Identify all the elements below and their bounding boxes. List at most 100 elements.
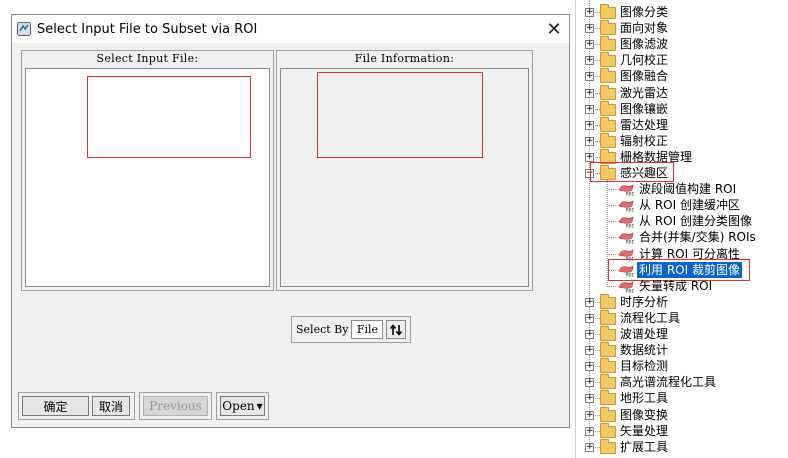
dialog-title: Select Input File to Subset via ROI bbox=[37, 21, 258, 37]
expand-icon[interactable]: + bbox=[585, 72, 594, 82]
tree-folder-item[interactable]: + 扩展工具 bbox=[576, 438, 788, 455]
folder-icon bbox=[600, 422, 616, 438]
tree-folder-item[interactable]: + 时序分析 bbox=[576, 293, 788, 310]
dialog-titlebar[interactable]: Select Input File to Subset via ROI ✕ bbox=[12, 15, 569, 43]
tree-folder-item[interactable]: + 图像变换 bbox=[576, 406, 788, 423]
expand-icon[interactable]: + bbox=[585, 136, 594, 146]
tree-folder-item[interactable]: + 图像融合 bbox=[576, 68, 788, 84]
folder-icon bbox=[600, 342, 616, 358]
expand-icon[interactable]: + bbox=[585, 40, 594, 50]
expand-icon[interactable]: + bbox=[585, 410, 594, 420]
sort-toggle-button[interactable] bbox=[386, 320, 407, 339]
ok-cancel-group: 确定 取消 bbox=[18, 392, 135, 420]
select-by-field[interactable]: File bbox=[351, 320, 384, 339]
tree-folder-item[interactable]: + 几何校正 bbox=[576, 52, 788, 68]
expand-icon[interactable]: + bbox=[585, 8, 594, 17]
open-label: Open bbox=[222, 399, 255, 413]
tree-item-label: 面向对象 bbox=[620, 21, 669, 36]
tree-folder-item[interactable]: + 波谱处理 bbox=[576, 326, 788, 342]
annotation-box-roi-folder bbox=[590, 162, 674, 182]
svg-text:ROI: ROI bbox=[626, 288, 634, 293]
tree-folder-item[interactable]: + 流程化工具 bbox=[576, 309, 788, 326]
expand-icon[interactable]: + bbox=[585, 378, 594, 388]
tree-folder-item[interactable]: + 图像镶嵌 bbox=[576, 100, 788, 117]
tree-folder-item[interactable]: + 图像滤波 bbox=[576, 36, 788, 52]
roi-tool-icon: ROI bbox=[618, 184, 634, 197]
folder-icon bbox=[600, 309, 616, 325]
previous-group: Previous bbox=[139, 392, 212, 420]
tree-tool-item[interactable]: ROI 从 ROI 创建分类图像 bbox=[576, 213, 788, 229]
tree-item-label: 辐射校正 bbox=[620, 133, 669, 148]
roi-tool-icon: ROI bbox=[618, 200, 634, 212]
expand-icon[interactable]: + bbox=[585, 330, 594, 339]
select-input-file-title: Select Input File: bbox=[96, 52, 199, 65]
expand-icon[interactable]: + bbox=[585, 362, 594, 372]
folder-icon bbox=[600, 390, 616, 406]
ok-button[interactable]: 确定 bbox=[22, 396, 89, 416]
tree-folder-item[interactable]: + 矢量处理 bbox=[576, 422, 788, 439]
expand-icon[interactable]: + bbox=[585, 56, 594, 66]
tree-item-label: 图像镶嵌 bbox=[620, 101, 669, 116]
tree-folder-item[interactable]: + 辐射校正 bbox=[576, 132, 788, 149]
roi-tool-icon: ROI bbox=[618, 232, 634, 245]
expand-icon[interactable]: + bbox=[585, 24, 594, 34]
tree-folder-item[interactable]: + 图像分类 bbox=[576, 4, 788, 20]
tree-item-label: 矢量处理 bbox=[620, 423, 669, 438]
folder-icon bbox=[600, 68, 616, 84]
expand-icon[interactable]: + bbox=[585, 104, 594, 114]
folder-icon bbox=[600, 406, 616, 422]
close-icon: ✕ bbox=[546, 18, 562, 40]
tree-folder-item[interactable]: + 面向对象 bbox=[576, 20, 788, 36]
folder-icon bbox=[600, 293, 616, 309]
folder-icon bbox=[600, 36, 616, 52]
expand-icon[interactable]: + bbox=[585, 394, 594, 404]
svg-text:ROI: ROI bbox=[626, 224, 634, 229]
tree-item-label: 图像变换 bbox=[620, 407, 669, 422]
select-by-group: Select By File bbox=[291, 316, 411, 343]
expand-icon[interactable]: + bbox=[585, 426, 594, 436]
tree-folder-item[interactable]: + 数据统计 bbox=[576, 342, 788, 358]
tree-item-label: 从 ROI 创建缓冲区 bbox=[639, 198, 740, 213]
expand-icon[interactable]: + bbox=[585, 442, 594, 452]
tree-folder-item[interactable]: + 地形工具 bbox=[576, 390, 788, 406]
previous-button[interactable]: Previous bbox=[143, 396, 208, 416]
expand-icon[interactable]: + bbox=[585, 346, 594, 356]
roi-tool-icon: ROI bbox=[618, 216, 634, 229]
expand-icon[interactable]: + bbox=[585, 313, 594, 323]
folder-icon bbox=[600, 100, 616, 116]
tree-tool-item[interactable]: ROI 矢量转成 ROI bbox=[576, 278, 788, 294]
close-button[interactable]: ✕ bbox=[539, 15, 569, 43]
tree-item-label: 数据统计 bbox=[620, 343, 669, 358]
cancel-button[interactable]: 取消 bbox=[92, 396, 130, 416]
tree-folder-item[interactable]: + 雷达处理 bbox=[576, 116, 788, 133]
svg-text:ROI: ROI bbox=[626, 192, 634, 197]
tree-item-label: 矢量转成 ROI bbox=[639, 278, 713, 293]
tree-branch-line bbox=[608, 253, 618, 255]
tree-item-label: 从 ROI 创建分类图像 bbox=[639, 214, 752, 229]
file-information-title: File Information: bbox=[354, 52, 455, 65]
tree-folder-item[interactable]: + 激光雷达 bbox=[576, 84, 788, 101]
tree-tool-item[interactable]: ROI 合并(并集/交集) ROIs bbox=[576, 229, 788, 245]
tree-item-label: 图像滤波 bbox=[620, 37, 669, 52]
annotation-box-info bbox=[317, 72, 483, 158]
select-by-label: Select By bbox=[296, 323, 349, 336]
tree-tool-item[interactable]: ROI 从 ROI 创建缓冲区 bbox=[576, 197, 788, 213]
expand-icon[interactable]: + bbox=[585, 88, 594, 98]
tree-item-label: 波段阈值构建 ROI bbox=[639, 182, 737, 197]
tree-folder-item[interactable]: + 高光谱流程化工具 bbox=[576, 374, 788, 390]
roi-tool-icon: ROI bbox=[618, 280, 634, 293]
tree-branch-line bbox=[608, 205, 618, 207]
tree-item-label: 波谱处理 bbox=[620, 327, 669, 341]
tree-item-label: 扩展工具 bbox=[620, 439, 669, 454]
open-button[interactable]: Open ▾ bbox=[220, 396, 265, 416]
sort-toggle-icon bbox=[390, 323, 403, 336]
svg-text:ROI: ROI bbox=[626, 240, 634, 245]
folder-icon bbox=[600, 374, 616, 390]
expand-icon[interactable]: + bbox=[585, 120, 594, 130]
tree-tool-item[interactable]: ROI 波段阈值构建 ROI bbox=[576, 181, 788, 197]
expand-icon[interactable]: + bbox=[585, 297, 594, 307]
expand-icon[interactable]: + bbox=[585, 152, 594, 162]
tree-folder-item[interactable]: + 目标检测 bbox=[576, 358, 788, 374]
tree-item-label: 目标检测 bbox=[620, 359, 669, 374]
tree-item-label: 地形工具 bbox=[620, 391, 669, 406]
